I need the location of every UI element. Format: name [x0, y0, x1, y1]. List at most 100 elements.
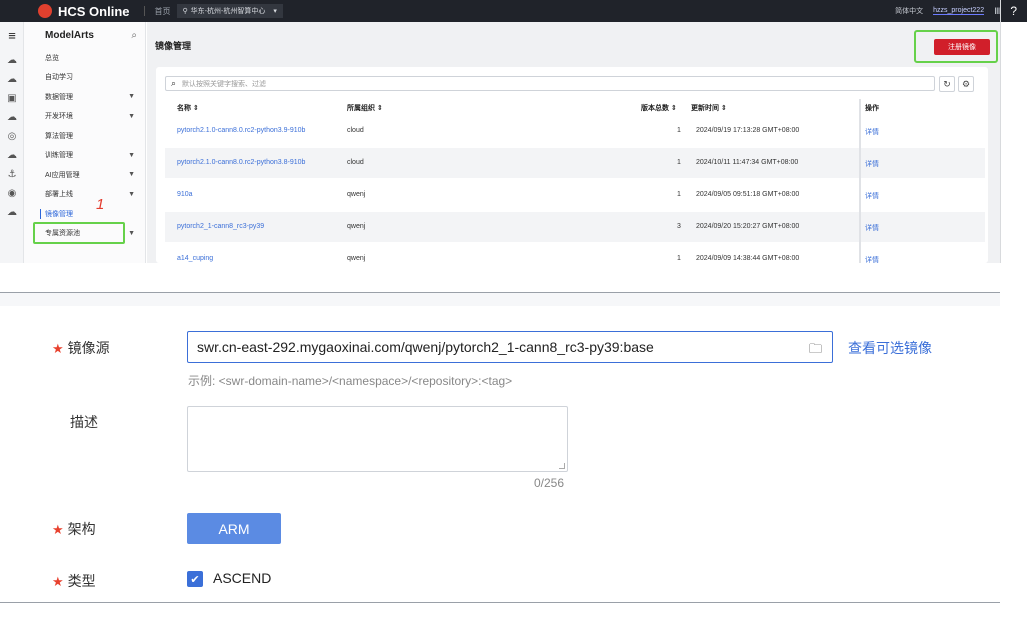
chevron-down-icon: ▼: [128, 190, 135, 198]
image-name-link[interactable]: pytorch2_1-cann8_rc3-py39: [177, 223, 264, 230]
updated-cell: 2024/10/11 11:47:34 GMT+08:00: [696, 159, 799, 166]
sidebar-item-label: 开发环境: [45, 113, 73, 121]
required-asterisk: ★: [52, 522, 64, 537]
ascend-checkbox-label[interactable]: ASCEND: [213, 570, 271, 586]
image-source-input[interactable]: swr.cn-east-292.mygaoxinai.com/qwenj/pyt…: [187, 331, 833, 363]
search-input[interactable]: ⌕ 默认按照关键字搜索、过滤: [165, 76, 935, 91]
column-header-updated[interactable]: 更新时间 ⇕: [691, 103, 727, 113]
architecture-label: ★ 架构: [52, 519, 96, 539]
region-selector[interactable]: ⚲ 华东-杭州-杭州智算中心 ▾: [176, 4, 283, 18]
org-cell: cloud: [347, 159, 364, 166]
table-row: pytorch2.1.0-cann8.0.rc2-python3.8-910b …: [165, 148, 985, 178]
details-link[interactable]: 详情: [865, 191, 879, 201]
menu-icon[interactable]: ≡: [0, 26, 24, 45]
sidebar-item-data-management[interactable]: 数据管理 ▼: [24, 87, 145, 107]
image-name-link[interactable]: pytorch2.1.0-cann8.0.rc2-python3.8-910b: [177, 159, 305, 166]
sticky-column-shadow: [859, 99, 861, 263]
location-pin-icon: ⚲: [182, 8, 188, 15]
column-header-name[interactable]: 名称 ⇕: [177, 103, 199, 113]
description-textarea[interactable]: [187, 406, 568, 472]
chevron-down-icon: ▼: [128, 93, 135, 101]
database-icon[interactable]: ▣: [0, 89, 24, 108]
logo-icon: [38, 4, 52, 18]
checkmark-icon: ✔: [190, 573, 200, 586]
section-divider: [0, 292, 1000, 306]
search-placeholder: 默认按照关键字搜索、过滤: [182, 80, 267, 88]
sidebar-item-auto-learning[interactable]: 自动学习: [24, 68, 145, 88]
chevron-down-icon: ▼: [128, 229, 135, 237]
sidebar-item-algorithm-management[interactable]: 算法管理: [24, 126, 145, 146]
project-selector[interactable]: hzzs_project222: [933, 7, 985, 15]
brand-logo[interactable]: HCS Online: [38, 4, 130, 19]
divider: [1000, 0, 1001, 263]
table-row: 910a qwenj 1 2024/09/05 09:51:18 GMT+08:…: [165, 180, 985, 210]
annotation-highlight-box: [33, 222, 125, 244]
refresh-icon[interactable]: ↻: [939, 76, 955, 92]
page-title: 镜像管理: [155, 41, 192, 51]
sidebar-item-label: 总览: [45, 54, 59, 62]
updated-cell: 2024/09/19 17:13:28 GMT+08:00: [696, 127, 800, 134]
top-bar: HCS Online 首页 ⚲ 华东-杭州-杭州智算中心 ▾ 简体中文 hzzs…: [0, 0, 1027, 22]
settings-gear-icon[interactable]: ⚙: [958, 76, 974, 92]
org-cell: qwenj: [347, 191, 366, 198]
label-text: 类型: [67, 573, 96, 589]
versions-cell: 1: [677, 159, 681, 166]
details-link[interactable]: 详情: [865, 127, 879, 137]
cloud-icon[interactable]: ☁: [0, 146, 24, 165]
target-icon[interactable]: ◉: [0, 184, 24, 203]
ascend-checkbox[interactable]: ✔: [187, 571, 203, 587]
cloud-icon[interactable]: ☁: [0, 203, 24, 222]
view-images-link[interactable]: 查看可选镜像: [848, 338, 932, 358]
updated-cell: 2024/09/09 14:38:44 GMT+08:00: [696, 255, 800, 262]
column-header-versions[interactable]: 版本总数 ⇕: [641, 103, 677, 113]
chevron-down-icon: ▼: [128, 151, 135, 159]
chip-icon[interactable]: ◎: [0, 127, 24, 146]
help-icon[interactable]: ?: [1010, 4, 1017, 18]
search-icon[interactable]: ⌕: [131, 30, 137, 41]
type-label: ★ 类型: [52, 571, 96, 591]
image-name-link[interactable]: pytorch2.1.0-cann8.0.rc2-python3.9-910b: [177, 127, 305, 134]
image-name-link[interactable]: a14_cuping: [177, 255, 213, 262]
folder-icon[interactable]: 🗀: [809, 340, 822, 362]
cloud-icon[interactable]: ☁: [0, 70, 24, 89]
image-name-link[interactable]: 910a: [177, 191, 193, 198]
sidebar-item-ai-app-management[interactable]: AI应用管理 ▼: [24, 165, 145, 185]
cloud-icon[interactable]: ☁: [0, 51, 24, 70]
chevron-down-icon: ▼: [128, 171, 135, 179]
label-text: 镜像源: [67, 340, 110, 356]
sidebar-item-label: 算法管理: [45, 132, 73, 140]
sidebar-item-label: 训练管理: [45, 152, 73, 160]
table-header: 名称 ⇕ 所属组织 ⇕ 版本总数 ⇕ 更新时间 ⇕ 操作: [165, 99, 985, 115]
sidebar-item-dev-environment[interactable]: 开发环境 ▼: [24, 107, 145, 127]
details-link[interactable]: 详情: [865, 159, 879, 169]
resize-handle-icon[interactable]: [559, 463, 565, 469]
label-text: 架构: [67, 521, 96, 537]
details-link[interactable]: 详情: [865, 255, 879, 263]
architecture-arm-button[interactable]: ARM: [187, 513, 281, 544]
sidebar-title: ModelArts: [45, 29, 94, 41]
home-link[interactable]: 首页: [155, 6, 171, 17]
sidebar-item-label: 镜像管理: [40, 208, 73, 219]
language-selector[interactable]: 简体中文: [895, 6, 923, 16]
character-counter: 0/256: [534, 476, 565, 490]
sidebar-item-training-management[interactable]: 训练管理 ▼: [24, 146, 145, 166]
versions-cell: 1: [677, 255, 681, 262]
description-label: 描述: [70, 414, 98, 430]
org-cell: cloud: [347, 127, 364, 134]
table-row: pytorch2.1.0-cann8.0.rc2-python3.9-910b …: [165, 116, 985, 146]
updated-cell: 2024/09/20 15:20:27 GMT+08:00: [696, 223, 800, 230]
org-cell: qwenj: [347, 223, 366, 230]
anchor-icon[interactable]: ⚓: [0, 165, 24, 184]
image-source-value: swr.cn-east-292.mygaoxinai.com/qwenj/pyt…: [197, 339, 654, 355]
cloud-icon[interactable]: ☁: [0, 108, 24, 127]
sidebar-item-label: 部署上线: [45, 191, 73, 199]
sidebar-item-overview[interactable]: 总览: [24, 48, 145, 68]
sidebar-item-label: 数据管理: [45, 93, 73, 101]
column-header-org[interactable]: 所属组织 ⇕: [347, 103, 383, 113]
sidebar-item-deployment[interactable]: 部署上线 ▼: [24, 185, 145, 205]
annotation-highlight-box: [914, 30, 998, 63]
details-link[interactable]: 详情: [865, 223, 879, 233]
sidebar-item-image-management[interactable]: 镜像管理: [24, 204, 145, 224]
brand-name: HCS Online: [58, 3, 130, 19]
updated-cell: 2024/09/05 09:51:18 GMT+08:00: [696, 191, 800, 198]
